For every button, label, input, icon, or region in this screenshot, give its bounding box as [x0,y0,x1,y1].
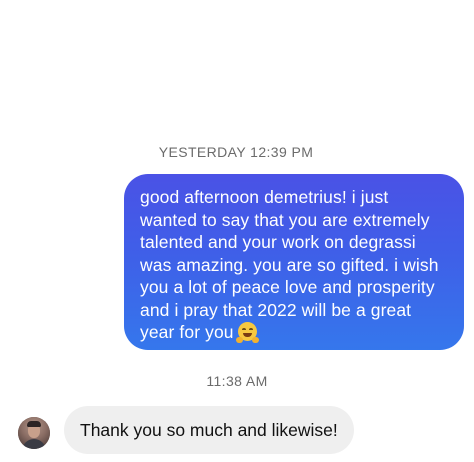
message-line: you a lot of peace love and prosperity [140,277,435,297]
message-line: talented and your work on degrassi [140,232,416,252]
message-line: year for you [140,322,234,342]
message-line-last: year for you [140,321,450,344]
message-thread: YESTERDAY 12:39 PM good afternoon demetr… [0,0,474,462]
message-line: good afternoon demetrius! i just [140,187,389,207]
message-line: was amazing. you are so gifted. i wish [140,254,439,275]
timestamp-divider: 11:38 AM [206,373,268,389]
avatar[interactable] [18,417,50,449]
incoming-message-bubble[interactable]: Thank you so much and likewise! [64,406,354,454]
message-line: wanted to say that you are extremely [140,209,430,230]
outgoing-message-bubble[interactable]: good afternoon demetrius! i just wanted … [124,174,464,350]
message-line: and i pray that 2022 will be a great [140,299,412,320]
hugging-face-icon [235,322,259,343]
timestamp-divider: YESTERDAY 12:39 PM [158,144,314,160]
